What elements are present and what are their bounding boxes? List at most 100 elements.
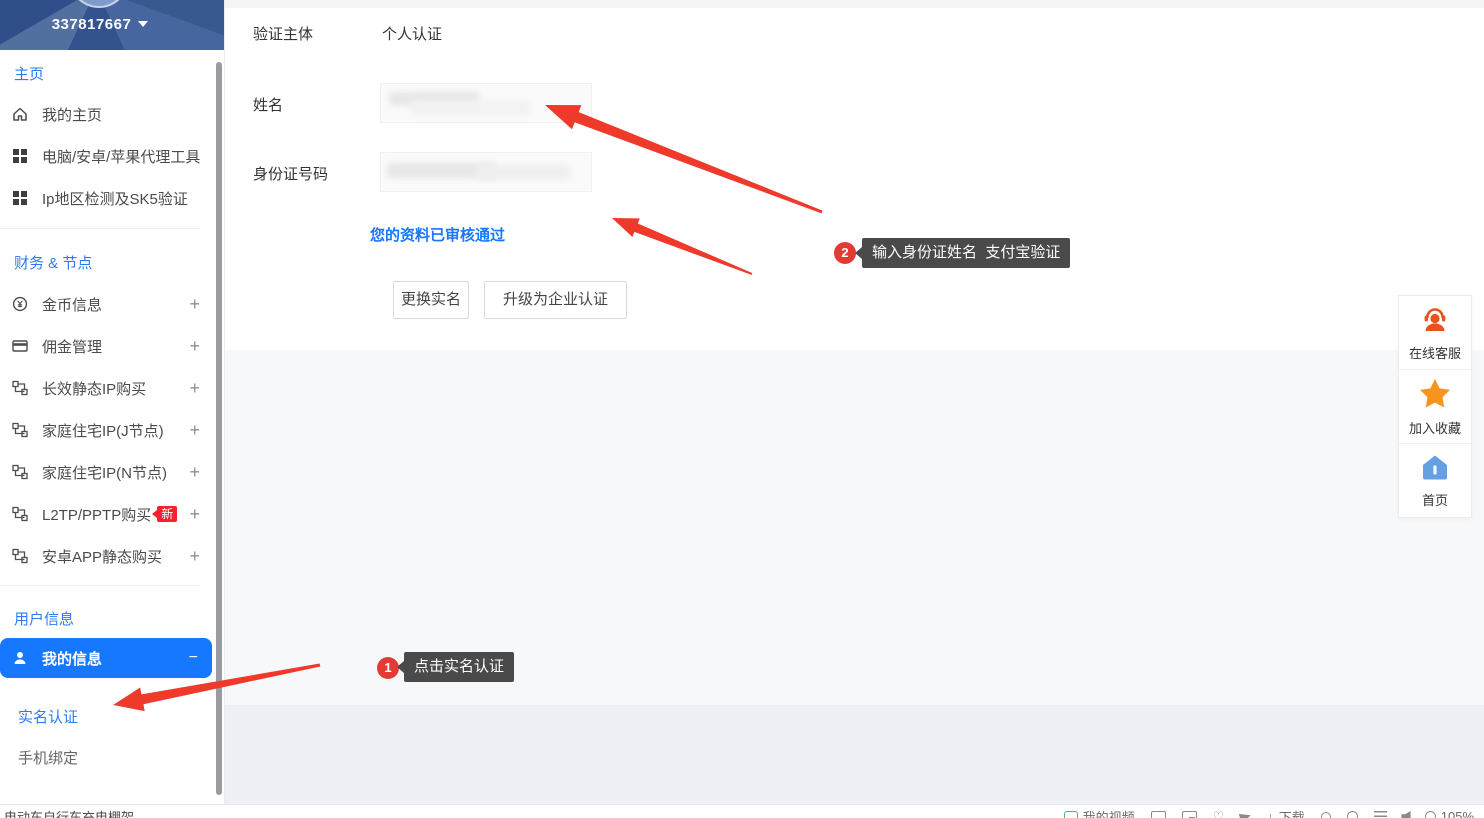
- expand-plus-icon[interactable]: +: [189, 504, 200, 525]
- floating-side-panel: 在线客服 加入收藏 首页: [1398, 295, 1472, 518]
- expand-plus-icon[interactable]: +: [189, 378, 200, 399]
- online-service-button[interactable]: 在线客服: [1399, 296, 1471, 369]
- avatar[interactable]: [69, 0, 129, 8]
- bell-icon[interactable]: [1321, 812, 1331, 818]
- network-icon: [12, 464, 28, 480]
- download-button[interactable]: ↓ 下载: [1267, 807, 1305, 818]
- sidebar-item-label: 长效静态IP购买: [42, 378, 146, 399]
- record-icon[interactable]: [1347, 811, 1358, 818]
- user-id-label: 337817667: [52, 16, 132, 33]
- homepage-label: 首页: [1422, 490, 1448, 509]
- section-label-user-info: 用户信息: [14, 608, 74, 629]
- network-icon: [12, 548, 28, 564]
- sidebar-item-commission[interactable]: 佣金管理 +: [12, 335, 200, 357]
- sidebar-item-home-ip-n[interactable]: 家庭住宅IP(N节点) +: [12, 461, 200, 483]
- user-icon: [12, 650, 28, 666]
- sidebar-item-label: 我的主页: [42, 104, 102, 125]
- sidebar-item-home-ip-j[interactable]: 家庭住宅IP(J节点) +: [12, 419, 200, 441]
- change-realname-button[interactable]: 更换实名: [393, 281, 469, 319]
- collapse-minus-icon[interactable]: −: [189, 649, 198, 667]
- home-icon: [12, 106, 28, 122]
- add-favorite-button[interactable]: 加入收藏: [1399, 369, 1471, 443]
- grid-icon: [12, 190, 28, 206]
- coin-icon: [12, 296, 28, 312]
- playlist-icon[interactable]: [1374, 811, 1387, 818]
- expand-plus-icon[interactable]: +: [189, 546, 200, 567]
- user-id[interactable]: 337817667: [0, 16, 200, 33]
- sidebar-item-label: L2TP/PPTP购买: [42, 504, 151, 525]
- online-service-label: 在线客服: [1409, 343, 1461, 362]
- download-label: 下载: [1279, 807, 1305, 818]
- chevron-down-icon: [138, 21, 148, 27]
- sidebar-item-label: 佣金管理: [42, 336, 102, 357]
- sidebar-item-label: 电脑/安卓/苹果代理工具: [42, 146, 200, 167]
- sidebar-item-my-homepage[interactable]: 我的主页: [12, 103, 200, 125]
- zoom-level: 105%: [1441, 809, 1474, 818]
- sidebar-subitem-realname-auth[interactable]: 实名认证: [18, 706, 78, 727]
- callout-1-number: 1: [377, 657, 399, 679]
- audit-passed-status: 您的资料已审核通过: [370, 224, 505, 245]
- callout-2-tooltip: 输入身份证姓名 支付宝验证: [862, 238, 1070, 268]
- divider: [0, 585, 200, 586]
- network-icon: [12, 506, 28, 522]
- share-icon[interactable]: [1239, 810, 1253, 818]
- sidebar-item-coin-info[interactable]: 金币信息 +: [12, 293, 200, 315]
- verify-subject-label: 验证主体: [253, 23, 313, 44]
- sidebar-item-label: Ip地区检测及SK5验证: [42, 188, 188, 209]
- sidebar-item-proxy-tools[interactable]: 电脑/安卓/苹果代理工具: [12, 145, 200, 167]
- expand-plus-icon[interactable]: +: [189, 420, 200, 441]
- sidebar-item-android-app-static[interactable]: 安卓APP静态购买 +: [12, 545, 200, 567]
- divider: [0, 228, 200, 229]
- heart-icon[interactable]: ♡: [1213, 811, 1225, 818]
- content-footer-background: [224, 705, 1484, 804]
- sidebar-item-label: 我的信息: [42, 648, 102, 669]
- browser-bottom-bar: 电动车自行车充电棚架 我的视频 ♡ ↓ 下载 105%: [0, 804, 1484, 818]
- cast-icon[interactable]: [1151, 811, 1166, 818]
- star-icon: [1418, 377, 1452, 414]
- volume-icon[interactable]: [1401, 811, 1411, 818]
- zoom-icon: [1425, 811, 1436, 818]
- callout-2-number: 2: [834, 242, 856, 264]
- upgrade-enterprise-button[interactable]: 升级为企业认证: [484, 281, 627, 319]
- download-arrow-icon: ↓: [1267, 809, 1274, 818]
- video-toolbar: 我的视频 ♡ ↓ 下载 105%: [1064, 807, 1474, 818]
- sidebar-item-ip-check-sk5[interactable]: Ip地区检测及SK5验证: [12, 187, 200, 209]
- sidebar-item-label: 家庭住宅IP(J节点): [42, 420, 164, 441]
- sidebar-item-label: 安卓APP静态购买: [42, 546, 162, 567]
- home-icon: [1420, 453, 1450, 486]
- expand-plus-icon[interactable]: +: [189, 336, 200, 357]
- content-top-strip: [224, 0, 1484, 8]
- my-videos-button[interactable]: 我的视频: [1064, 807, 1135, 818]
- section-label-finance-nodes: 财务 & 节点: [14, 252, 92, 273]
- sidebar-user-header[interactable]: 337817667: [0, 0, 224, 50]
- add-favorite-label: 加入收藏: [1409, 418, 1461, 437]
- page: 337817667 主页 我的主页 电脑/安卓/苹果代理工具 Ip地区检测及SK…: [0, 0, 1484, 818]
- my-videos-label: 我的视频: [1083, 807, 1135, 818]
- redacted-id-value: [476, 165, 571, 180]
- verify-subject-value: 个人认证: [382, 23, 442, 44]
- sidebar: 337817667 主页 我的主页 电脑/安卓/苹果代理工具 Ip地区检测及SK…: [0, 0, 225, 804]
- sidebar-item-l2tp-pptp[interactable]: L2TP/PPTP购买 新 +: [12, 503, 200, 525]
- sidebar-item-label: 家庭住宅IP(N节点): [42, 462, 167, 483]
- section-label-home: 主页: [14, 63, 44, 84]
- status-bar-text: 电动车自行车充电棚架: [4, 807, 134, 818]
- name-label: 姓名: [253, 94, 283, 115]
- homepage-button[interactable]: 首页: [1399, 443, 1471, 517]
- id-number-label: 身份证号码: [253, 163, 328, 184]
- video-plugin-icon: [1064, 811, 1078, 818]
- zoom-control[interactable]: 105%: [1425, 809, 1474, 818]
- sidebar-item-static-ip[interactable]: 长效静态IP购买 +: [12, 377, 200, 399]
- sidebar-scrollbar[interactable]: [216, 62, 222, 795]
- sidebar-subitem-phone-binding[interactable]: 手机绑定: [18, 747, 78, 768]
- new-badge: 新: [157, 506, 177, 522]
- network-icon: [12, 422, 28, 438]
- expand-plus-icon[interactable]: +: [189, 294, 200, 315]
- name-input[interactable]: [380, 83, 592, 123]
- grid-icon: [12, 148, 28, 164]
- sidebar-item-my-info-active[interactable]: 我的信息 −: [0, 638, 212, 678]
- customer-service-icon: [1419, 304, 1451, 339]
- id-number-input[interactable]: [380, 152, 592, 192]
- redacted-name-value: [411, 100, 531, 116]
- expand-plus-icon[interactable]: +: [189, 462, 200, 483]
- picture-in-picture-icon[interactable]: [1182, 811, 1197, 818]
